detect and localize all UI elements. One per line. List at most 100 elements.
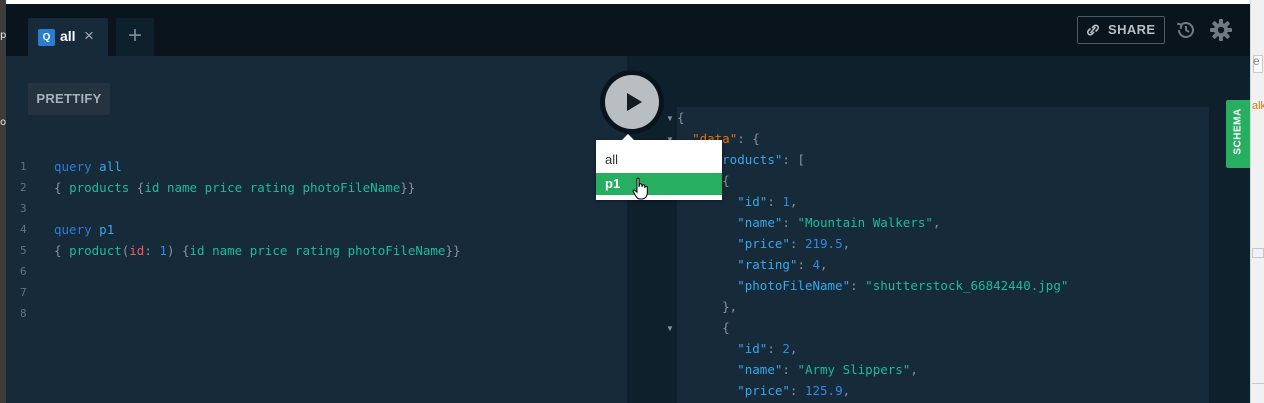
operation-dropdown: all p1 bbox=[596, 134, 722, 200]
execute-query-button[interactable] bbox=[600, 70, 664, 134]
fold-arrow-icon[interactable]: ▼ bbox=[666, 324, 674, 333]
json-token: : bbox=[782, 215, 798, 230]
history-icon[interactable] bbox=[1174, 18, 1198, 42]
operation-option-p1[interactable]: p1 bbox=[596, 173, 722, 195]
code-line[interactable]: 5{ product(id: 1) {id name price rating … bbox=[6, 240, 606, 261]
play-icon bbox=[627, 93, 642, 111]
json-token: : bbox=[789, 383, 805, 398]
json-token: : bbox=[850, 278, 866, 293]
json-line: "id": 1, bbox=[677, 191, 1068, 212]
json-line: "products": [ bbox=[677, 149, 1068, 170]
schema-tab[interactable]: SCHEMA bbox=[1226, 100, 1250, 168]
json-token: , bbox=[842, 383, 851, 398]
json-token: , bbox=[842, 236, 851, 251]
page-edge-divider bbox=[1252, 383, 1264, 384]
code-token: name bbox=[212, 243, 243, 258]
code-token: query bbox=[54, 222, 92, 237]
code-line[interactable]: 6 bbox=[6, 261, 606, 282]
json-line: "price": 125.9, bbox=[677, 380, 1068, 401]
dropdown-caret bbox=[622, 134, 634, 140]
query-editor[interactable]: PRETTIFY 1 query all 2 { products {id name … bbox=[6, 56, 627, 403]
close-icon[interactable]: × bbox=[84, 26, 94, 46]
graphql-playground: Q all × + SHARE PRETTIFY 1 query all 2 { pr… bbox=[6, 4, 1250, 403]
json-token: "id" bbox=[737, 341, 768, 356]
share-button[interactable]: SHARE bbox=[1077, 16, 1165, 44]
code-token: { bbox=[54, 180, 70, 195]
json-line: "name": "Mountain Walkers", bbox=[677, 212, 1068, 233]
line-number: 7 bbox=[20, 286, 27, 299]
result-pane: { "data": { "products": [ { "id": 1, "na… bbox=[627, 56, 1250, 403]
code-token: p1 bbox=[99, 222, 115, 237]
tab-all[interactable]: Q all × bbox=[28, 18, 108, 56]
code-line[interactable]: 3 bbox=[6, 198, 606, 219]
json-token: { bbox=[677, 320, 730, 335]
add-tab-button[interactable]: + bbox=[116, 18, 154, 56]
code-line[interactable]: 4 query p1 bbox=[6, 219, 606, 240]
json-line: { bbox=[677, 170, 1068, 191]
code-token: { bbox=[129, 180, 145, 195]
line-number: 8 bbox=[20, 307, 27, 320]
code-token: 1 bbox=[159, 243, 167, 258]
json-line: "data": { bbox=[677, 128, 1068, 149]
json-line: { bbox=[677, 107, 1068, 128]
code-token: }} bbox=[400, 180, 416, 195]
result-json: { "data": { "products": [ { "id": 1, "na… bbox=[677, 107, 1068, 401]
operation-option-all[interactable]: all bbox=[596, 149, 722, 171]
code-line[interactable]: 8 bbox=[6, 303, 606, 324]
json-token: , bbox=[820, 257, 828, 272]
json-token: : bbox=[789, 236, 805, 251]
code-token: : bbox=[144, 243, 160, 258]
schema-label: SCHEMA bbox=[1232, 108, 1244, 155]
code-token: rating bbox=[249, 180, 295, 195]
share-label: SHARE bbox=[1108, 22, 1156, 37]
link-icon bbox=[1087, 17, 1099, 52]
json-token: }, bbox=[677, 299, 738, 314]
json-line: "id": 2, bbox=[677, 338, 1068, 359]
page-edge-box bbox=[1252, 248, 1264, 258]
gear-icon[interactable] bbox=[1208, 17, 1234, 43]
editor-code[interactable]: 1 query all 2{ products {id name price rat… bbox=[6, 156, 606, 324]
json-token: 1 bbox=[782, 194, 790, 209]
code-line[interactable]: 2{ products {id name price rating photoF… bbox=[6, 177, 606, 198]
code-line[interactable]: 7 bbox=[6, 282, 606, 303]
json-token: "price" bbox=[737, 236, 790, 251]
line-number: 1 bbox=[20, 160, 27, 173]
code-token: all bbox=[99, 159, 122, 174]
code-token: price bbox=[249, 243, 288, 258]
json-token: , bbox=[789, 194, 798, 209]
json-line: "name": "Army Slippers", bbox=[677, 359, 1068, 380]
code-token: name bbox=[166, 180, 198, 195]
code-token: product bbox=[69, 243, 122, 258]
json-token: : bbox=[797, 257, 813, 272]
tab-label: all bbox=[60, 28, 76, 44]
json-token: 2 bbox=[782, 341, 790, 356]
code-token: ) { bbox=[166, 243, 190, 258]
right-edge-link[interactable]: alk bbox=[1252, 100, 1264, 112]
code-text: query all bbox=[54, 156, 122, 177]
json-token: : [ bbox=[782, 152, 805, 167]
code-token: }} bbox=[445, 243, 461, 258]
line-number: 2 bbox=[20, 181, 27, 194]
json-token: : bbox=[782, 362, 798, 377]
fold-arrow-icon[interactable]: ▼ bbox=[666, 114, 674, 123]
code-text: { product(id: 1) {id name price rating p… bbox=[54, 240, 461, 261]
line-number: 6 bbox=[20, 265, 27, 278]
json-token: 219.5 bbox=[804, 236, 843, 251]
json-line: "price": 219.5, bbox=[677, 233, 1068, 254]
code-line[interactable]: 1 query all bbox=[6, 156, 606, 177]
code-token: photoFileName bbox=[347, 243, 446, 258]
prettify-button[interactable]: PRETTIFY bbox=[28, 83, 110, 115]
json-line: "rating": 4, bbox=[677, 254, 1068, 275]
code-token: products bbox=[69, 180, 130, 195]
json-token: , bbox=[932, 215, 941, 230]
hand-cursor-icon bbox=[632, 177, 650, 201]
